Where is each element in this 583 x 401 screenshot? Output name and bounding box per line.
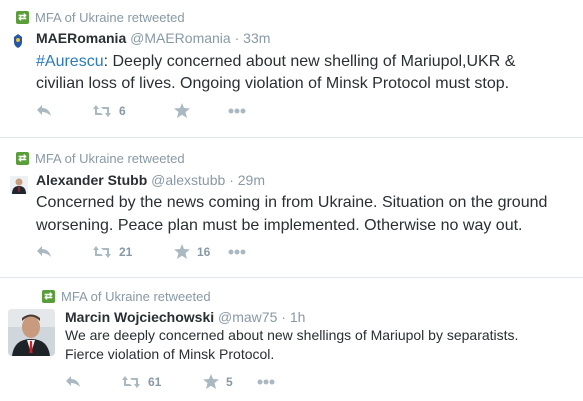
tweet[interactable]: ⇄ MFA of Ukraine retweeted MAERomania @M… (0, 0, 583, 138)
retweet-button[interactable]: 21 (92, 245, 174, 259)
separator-dot: · (234, 30, 240, 46)
retweet-context: ⇄ MFA of Ukraine retweeted (16, 151, 185, 166)
tweet-header: MAERomania @MAERomania · 33m (36, 30, 270, 46)
retweet-context-label: MFA of Ukraine retweeted (61, 289, 211, 304)
favorite-count: 5 (226, 374, 233, 389)
more-icon (228, 108, 246, 113)
tweet[interactable]: ⇄ MFA of Ukraine retweeted Marcin Wojcie… (0, 278, 583, 401)
romania-crest-icon (10, 33, 26, 49)
timestamp[interactable]: 1h (290, 309, 306, 325)
retweet-button[interactable]: 61 (121, 375, 203, 389)
reply-icon (66, 375, 80, 387)
tweet[interactable]: ⇄ MFA of Ukraine retweeted Alexander Stu… (0, 138, 583, 278)
tweet-actions: 6 (36, 103, 246, 118)
reply-icon (37, 104, 51, 116)
reply-icon (37, 245, 51, 257)
avatar[interactable] (10, 176, 28, 194)
separator-dot: · (281, 309, 286, 325)
user-name[interactable]: Alexander Stubb (36, 172, 147, 188)
user-handle[interactable]: @maw75 (218, 309, 277, 325)
profile-photo-icon (8, 309, 55, 356)
retweet-icon (93, 104, 111, 117)
avatar[interactable] (10, 33, 26, 49)
more-button[interactable] (228, 108, 246, 114)
retweet-button[interactable]: 6 (92, 104, 174, 118)
favorite-button[interactable] (174, 103, 228, 118)
retweet-icon: ⇄ (16, 11, 29, 24)
hashtag-link[interactable]: #Aurescu (36, 53, 104, 70)
timestamp[interactable]: 33m (243, 30, 270, 46)
more-icon (257, 379, 275, 384)
retweet-context-label: MFA of Ukraine retweeted (35, 10, 185, 25)
tweet-text: Concerned by the news coming in from Ukr… (36, 194, 548, 234)
timestamp[interactable]: 29m (238, 172, 265, 188)
user-handle[interactable]: @alexstubb (151, 172, 225, 188)
user-name[interactable]: MAERomania (36, 30, 126, 46)
tweet-text: #Aurescu: Deeply concerned about new she… (36, 51, 515, 95)
tweet-text: We are deeply concerned about new shelli… (65, 327, 519, 362)
favorite-button[interactable]: 16 (174, 244, 228, 259)
retweet-count: 61 (148, 374, 162, 389)
favorite-button[interactable]: 5 (203, 374, 257, 389)
star-icon (203, 374, 219, 389)
retweet-count: 6 (119, 103, 126, 118)
retweet-context: ⇄ MFA of Ukraine retweeted (42, 289, 211, 304)
tweet-header: Alexander Stubb @alexstubb · 29m (36, 172, 265, 188)
star-icon (174, 103, 190, 118)
tweet-actions: 61 5 (65, 374, 275, 389)
profile-photo-icon (10, 176, 28, 194)
tweet-actions: 21 16 (36, 244, 246, 259)
reply-button[interactable] (65, 375, 121, 389)
avatar[interactable] (8, 309, 55, 356)
retweet-context-label: MFA of Ukraine retweeted (35, 151, 185, 166)
more-button[interactable] (257, 379, 275, 385)
more-icon (228, 249, 246, 254)
reply-button[interactable] (36, 245, 92, 259)
retweet-count: 21 (119, 244, 133, 259)
retweet-icon (93, 245, 111, 258)
tweet-header: Marcin Wojciechowski @maw75 · 1h (65, 309, 305, 325)
favorite-count: 16 (197, 244, 211, 259)
user-name[interactable]: Marcin Wojciechowski (65, 309, 214, 325)
star-icon (174, 244, 190, 259)
retweet-icon: ⇄ (16, 152, 29, 165)
user-handle[interactable]: @MAERomania (130, 30, 231, 46)
reply-button[interactable] (36, 104, 92, 118)
retweet-context: ⇄ MFA of Ukraine retweeted (16, 10, 185, 25)
retweet-icon (122, 375, 140, 388)
separator-dot: · (229, 172, 234, 188)
more-button[interactable] (228, 249, 246, 255)
retweet-icon: ⇄ (42, 290, 55, 303)
tweet-body: : Deeply concerned about new shelling of… (36, 53, 516, 92)
